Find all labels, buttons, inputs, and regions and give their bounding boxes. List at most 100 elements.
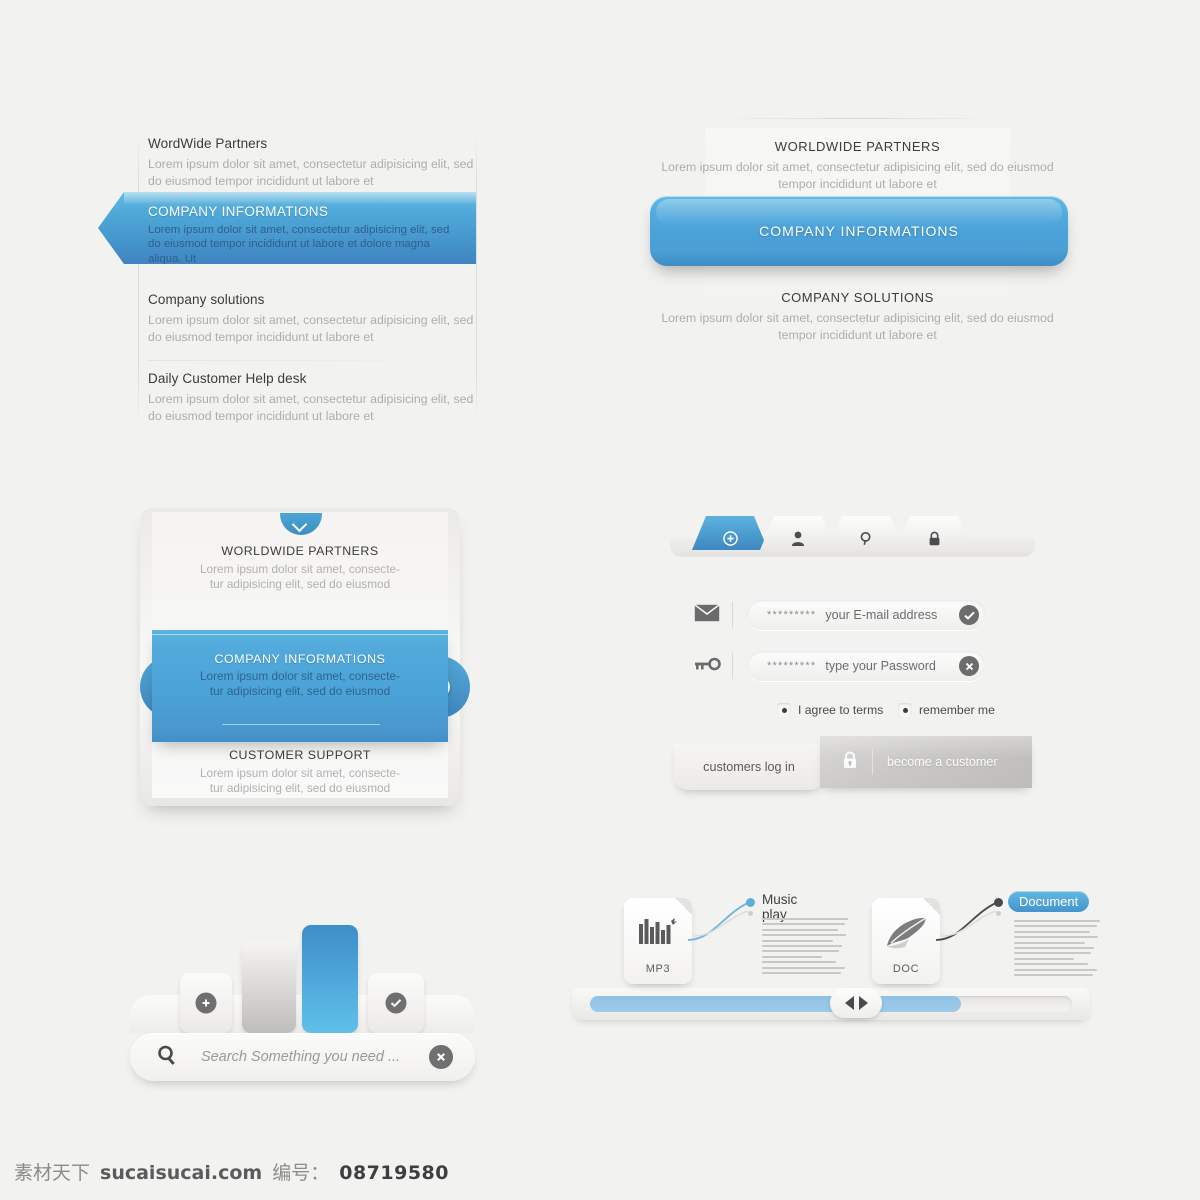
- connector-curve: [687, 902, 749, 941]
- list-item-title: Company solutions: [148, 292, 265, 307]
- active-list-item-arrow-bar[interactable]: COMPANY INFORMATIONS Lorem ipsum dolor s…: [98, 192, 476, 264]
- file-carousel: MP3 Music play DOC Document: [572, 890, 1100, 1035]
- become-customer-button[interactable]: become a customer: [820, 736, 1032, 788]
- list-item-title: Daily Customer Help desk: [148, 371, 307, 386]
- search-filter-bar-3-active[interactable]: [302, 925, 358, 1033]
- file-card[interactable]: DOC: [872, 898, 940, 984]
- list-item-body: Lorem ipsum dolor sit amet, consectetur …: [148, 392, 474, 423]
- login-form: ********* your E-mail address *********: [670, 512, 1050, 812]
- list-item[interactable]: WordWide Partners Lorem ipsum dolor sit …: [148, 136, 478, 189]
- pill-label: COMPANY INFORMATIONS: [759, 223, 959, 239]
- active-item-body: Lorem ipsum dolor sit amet, consectetur …: [148, 224, 450, 265]
- carousel-nav: [830, 988, 882, 1018]
- file-card[interactable]: MP3: [624, 898, 692, 984]
- list-item-title: COMPANY SOLUTIONS: [781, 290, 934, 305]
- list-divider: [148, 360, 468, 361]
- tab-account[interactable]: [760, 516, 836, 550]
- become-customer-label: become a customer: [887, 755, 998, 769]
- customers-login-button[interactable]: customers log in: [674, 744, 824, 790]
- bar-highlight: [152, 634, 448, 635]
- music-bars-icon: [624, 916, 692, 949]
- file-extension-label: DOC: [892, 963, 920, 975]
- bar-underline: [222, 724, 380, 725]
- accordion-item-title: WORLDWIDE PARTNERS: [221, 544, 379, 558]
- arrow-left-icon[interactable]: [844, 996, 854, 1010]
- list-item-body: Lorem ipsum dolor sit amet, consectetur …: [148, 157, 474, 188]
- connector-curve: [935, 902, 997, 941]
- password-field[interactable]: ********* type your Password: [747, 651, 985, 681]
- search-filter-bar-2[interactable]: [242, 941, 296, 1033]
- remember-me-checkbox[interactable]: [898, 703, 912, 717]
- email-valid-check-icon[interactable]: [959, 605, 979, 625]
- carousel-progress-fill: [590, 996, 962, 1012]
- partners-pill-panel: WORLDWIDE PARTNERS Lorem ipsum dolor sit…: [645, 110, 1070, 350]
- accordion-item[interactable]: CUSTOMER SUPPORT Lorem ipsum dolor sit a…: [152, 748, 448, 796]
- list-item-title: WordWide Partners: [148, 136, 268, 151]
- active-pill-button[interactable]: COMPANY INFORMATIONS: [650, 196, 1068, 266]
- search-clear-close-icon[interactable]: [429, 1045, 453, 1069]
- slide-title-badge: Document: [1008, 891, 1090, 912]
- accordion-item-title: CUSTOMER SUPPORT: [229, 748, 371, 762]
- row-divider: [732, 653, 733, 679]
- user-icon: [791, 531, 805, 546]
- envelope-icon: [688, 603, 726, 627]
- feather-quill-icon: [872, 916, 940, 955]
- arrow-right-icon[interactable]: [858, 996, 868, 1010]
- search-input-bar[interactable]: Search Something you need ...: [130, 1033, 475, 1081]
- panel-top-rule: [715, 118, 1000, 119]
- list-item[interactable]: WORLDWIDE PARTNERS Lorem ipsum dolor sit…: [645, 139, 1070, 192]
- row-divider: [732, 602, 733, 628]
- email-row: ********* your E-mail address: [688, 600, 985, 630]
- accordion-panel: WORLDWIDE PARTNERS Lorem ipsum dolor sit…: [140, 508, 470, 813]
- watermark-site: sucaisucai.com: [100, 1162, 263, 1184]
- remember-me-checkbox-row[interactable]: remember me: [898, 703, 995, 717]
- list-item-title: WORLDWIDE PARTNERS: [774, 139, 941, 154]
- pill-gloss: [656, 199, 1062, 225]
- list-item-body: Lorem ipsum dolor sit amet, consectetur …: [661, 160, 1054, 191]
- accordion-active-item[interactable]: COMPANY INFORMATIONS Lorem ipsum dolor s…: [152, 630, 448, 742]
- agree-terms-label: I agree to terms: [798, 703, 884, 717]
- password-placeholder: type your Password: [825, 659, 936, 673]
- accordion-active-body: Lorem ipsum dolor sit amet, consecte- tu…: [200, 669, 400, 698]
- password-clear-close-icon[interactable]: [959, 656, 979, 676]
- active-item-title: COMPANY INFORMATIONS: [148, 204, 329, 219]
- list-item[interactable]: Daily Customer Help desk Lorem ipsum dol…: [148, 371, 478, 424]
- partners-list-panel: WordWide Partners Lorem ipsum dolor sit …: [98, 120, 510, 440]
- list-item-body: Lorem ipsum dolor sit amet, consectetur …: [661, 311, 1054, 342]
- accordion-item-body: Lorem ipsum dolor sit amet, consecte- tu…: [200, 562, 400, 591]
- password-row: ********* type your Password: [688, 651, 985, 681]
- login-tab-bar: [670, 512, 1035, 557]
- list-item-body: Lorem ipsum dolor sit amet, consectetur …: [148, 313, 474, 344]
- tab-add[interactable]: [692, 516, 768, 550]
- lock-icon: [842, 751, 858, 773]
- button-divider: [872, 749, 873, 775]
- connector-dot: [746, 898, 755, 907]
- list-item[interactable]: COMPANY SOLUTIONS Lorem ipsum dolor sit …: [645, 290, 1070, 343]
- panel-left-rule: [138, 130, 139, 425]
- list-item[interactable]: Company solutions Lorem ipsum dolor sit …: [148, 292, 478, 345]
- agree-terms-checkbox[interactable]: [777, 703, 791, 717]
- connector-dot-small: [748, 911, 753, 916]
- tab-secure[interactable]: [896, 516, 972, 550]
- agree-terms-checkbox-row[interactable]: I agree to terms: [777, 703, 883, 717]
- customers-login-label: customers log in: [703, 760, 795, 774]
- slide-body-text: [1014, 920, 1100, 979]
- search-icon: [860, 531, 870, 545]
- connector-dot-small: [996, 911, 1001, 916]
- watermark-label: 编号：: [272, 1162, 330, 1184]
- slide-body-text: [762, 918, 848, 977]
- lock-icon: [929, 531, 939, 546]
- accordion-active-title: COMPANY INFORMATIONS: [214, 652, 386, 666]
- search-filter-bar-4[interactable]: [368, 973, 424, 1033]
- search-filter-bar-1[interactable]: [180, 973, 232, 1033]
- key-icon: [688, 656, 726, 677]
- file-extension-label: MP3: [645, 963, 671, 975]
- plus-circle-icon: [722, 531, 738, 546]
- remember-me-label: remember me: [919, 703, 995, 717]
- tab-search[interactable]: [828, 516, 904, 550]
- password-mask: *********: [767, 660, 817, 672]
- accordion-item[interactable]: WORLDWIDE PARTNERS Lorem ipsum dolor sit…: [152, 544, 448, 592]
- ui-kit-canvas: WordWide Partners Lorem ipsum dolor sit …: [0, 0, 1200, 1200]
- email-field[interactable]: ********* your E-mail address: [747, 600, 985, 630]
- plus-icon: [195, 992, 217, 1014]
